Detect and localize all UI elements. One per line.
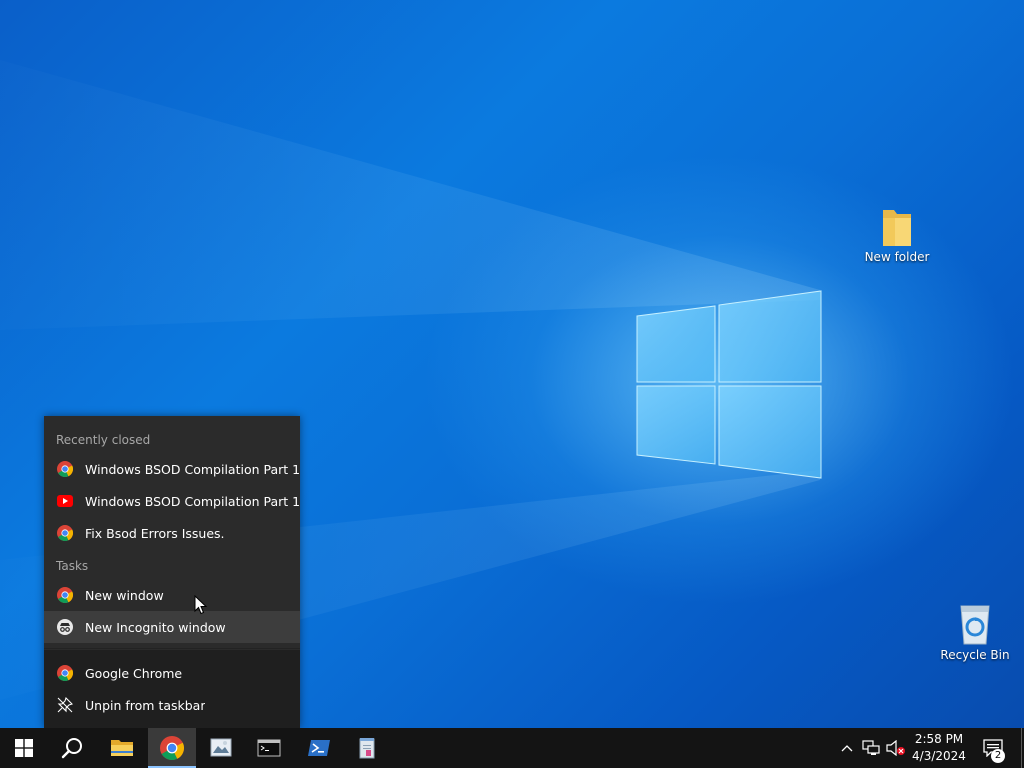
show-hidden-icons-button[interactable] — [838, 728, 856, 768]
chrome-icon — [57, 587, 73, 603]
recent-item-label: Fix Bsod Errors Issues. — [85, 525, 225, 541]
mouse-cursor-icon — [194, 595, 208, 615]
picture-icon — [210, 738, 232, 757]
windows-logo-icon — [15, 739, 33, 757]
task-new-incognito-window[interactable]: New Incognito window — [44, 611, 300, 643]
start-button[interactable] — [0, 728, 48, 768]
recently-closed-header: Recently closed — [56, 433, 151, 447]
unpin-icon — [57, 697, 73, 713]
folder-icon — [111, 740, 133, 756]
network-icon — [862, 740, 880, 755]
desktop-icon-label: Recycle Bin — [940, 648, 1010, 662]
recent-item-label: Windows BSOD Compilation Part 11 -... — [85, 493, 300, 509]
recent-item[interactable]: Fix Bsod Errors Issues. — [44, 517, 300, 549]
app-item-label: Unpin from taskbar — [85, 697, 206, 713]
action-center-button[interactable] — [978, 728, 1008, 768]
chevron-up-icon — [841, 745, 853, 752]
show-desktop-button[interactable] — [1018, 728, 1024, 768]
command-prompt-button[interactable] — [245, 728, 293, 768]
task-new-window[interactable]: New window — [44, 579, 300, 611]
recent-item[interactable]: Windows BSOD Compilation Part 11 -... — [44, 453, 300, 485]
chrome-icon — [57, 461, 73, 477]
chrome-taskbar-button[interactable] — [148, 728, 196, 768]
clock-time: 2:58 PM — [914, 732, 964, 746]
terminal-icon — [257, 739, 281, 757]
app-item-label: Google Chrome — [85, 665, 183, 681]
chrome-icon — [57, 665, 73, 681]
taskbar: 2:58 PM 4/3/2024 — [0, 728, 1024, 768]
file-explorer-button[interactable] — [98, 728, 146, 768]
divider — [44, 648, 300, 649]
image-viewer-button[interactable] — [197, 728, 245, 768]
clock[interactable]: 2:58 PM 4/3/2024 — [906, 731, 972, 765]
volume-muted-icon — [886, 740, 905, 756]
unpin-from-taskbar[interactable]: Unpin from taskbar — [44, 689, 300, 721]
tasks-header: Tasks — [56, 559, 89, 573]
folder-icon — [883, 210, 911, 246]
desktop-icon-label: New folder — [864, 250, 930, 264]
network-button[interactable] — [861, 728, 881, 768]
search-button[interactable] — [48, 728, 96, 768]
search-icon — [61, 738, 82, 759]
chrome-icon — [160, 736, 184, 760]
show-desktop-divider — [1020, 728, 1022, 768]
recent-item-label: Windows BSOD Compilation Part 11 -... — [85, 461, 300, 477]
notification-count-badge: 2 — [991, 749, 1005, 763]
desktop-icon-new-folder[interactable]: New folder — [857, 206, 937, 264]
open-google-chrome[interactable]: Google Chrome — [44, 657, 300, 689]
task-label: New Incognito window — [85, 619, 226, 635]
task-label: New window — [85, 587, 164, 603]
chrome-icon — [57, 525, 73, 541]
powershell-button[interactable] — [295, 728, 343, 768]
notepad-button[interactable] — [343, 728, 391, 768]
chrome-jump-list: Recently closed Windows BSOD Compilation… — [44, 416, 300, 728]
recent-item[interactable]: Windows BSOD Compilation Part 11 -... — [44, 485, 300, 517]
notepad-icon — [359, 738, 375, 759]
recycle-bin-icon — [960, 605, 990, 645]
volume-button[interactable] — [885, 728, 907, 768]
incognito-icon — [57, 619, 73, 635]
clock-date: 4/3/2024 — [912, 749, 966, 763]
desktop-icon-recycle-bin[interactable]: Recycle Bin — [935, 602, 1015, 662]
youtube-icon — [57, 493, 73, 509]
powershell-icon — [308, 740, 330, 756]
